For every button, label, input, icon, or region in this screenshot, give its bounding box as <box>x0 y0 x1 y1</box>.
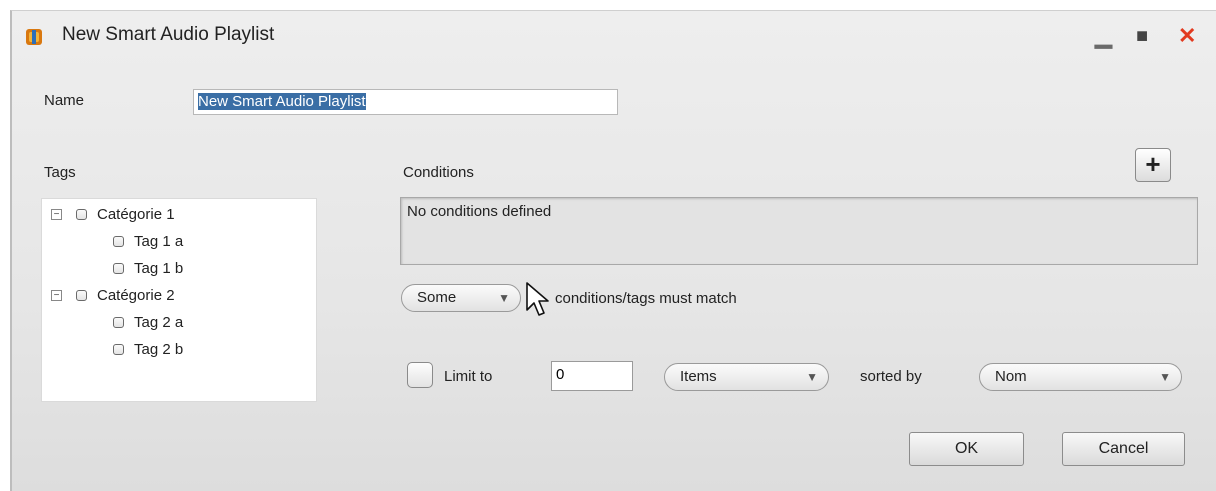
tag-checkbox[interactable] <box>113 343 124 355</box>
name-input[interactable]: New Smart Audio Playlist <box>193 89 618 115</box>
conditions-list: No conditions defined <box>400 197 1198 265</box>
limit-label: Limit to <box>444 368 493 385</box>
limit-value-input[interactable]: 0 <box>551 361 633 391</box>
category-checkbox[interactable] <box>76 208 87 220</box>
tag-checkbox[interactable] <box>113 316 124 328</box>
tree-item[interactable]: Tag 2 b <box>113 338 183 360</box>
name-label: Name <box>44 92 85 109</box>
tag-label: Tag 1 b <box>134 259 184 277</box>
smart-playlist-dialog: New Smart Audio Playlist ▁ ■ ✕ Name New … <box>10 10 1216 491</box>
sort-value: Nom <box>995 368 1027 385</box>
limit-unit-select[interactable]: Items ▼ <box>664 363 829 391</box>
category-checkbox[interactable] <box>76 289 87 301</box>
close-button[interactable]: ✕ <box>1178 25 1196 47</box>
add-condition-button[interactable]: + <box>1135 148 1171 182</box>
category-label: Catégorie 2 <box>97 286 175 304</box>
tag-label: Tag 2 a <box>134 313 184 331</box>
tag-checkbox[interactable] <box>113 235 124 247</box>
match-mode-select[interactable]: Some ▼ <box>401 284 521 312</box>
match-suffix-label: conditions/tags must match <box>555 290 737 307</box>
mouse-cursor-icon <box>526 282 549 316</box>
limit-checkbox[interactable] <box>407 362 433 388</box>
collapse-icon[interactable]: − <box>51 289 62 301</box>
minimize-button[interactable]: ▁ <box>1095 25 1112 47</box>
name-value: New Smart Audio Playlist <box>198 93 366 110</box>
sort-select[interactable]: Nom ▼ <box>979 363 1182 391</box>
sorted-by-label: sorted by <box>860 368 922 385</box>
tag-checkbox[interactable] <box>113 262 124 274</box>
dropdown-arrow-icon: ▼ <box>498 291 510 305</box>
tag-label: Tag 1 a <box>134 232 184 250</box>
tree-item[interactable]: Tag 2 a <box>113 311 183 333</box>
dropdown-arrow-icon: ▼ <box>1159 370 1171 384</box>
tag-label: Tag 2 b <box>134 340 184 358</box>
conditions-label: Conditions <box>403 164 474 181</box>
match-mode-value: Some <box>417 289 457 306</box>
conditions-empty-text: No conditions defined <box>407 203 552 220</box>
tree-item[interactable]: Tag 1 a <box>113 230 183 252</box>
cancel-button[interactable]: Cancel <box>1062 432 1185 466</box>
app-icon <box>26 29 42 45</box>
ok-button[interactable]: OK <box>909 432 1024 466</box>
maximize-button[interactable]: ■ <box>1136 25 1148 47</box>
tags-tree: − Catégorie 1 Tag 1 a Tag 1 b − Catégori… <box>41 198 317 402</box>
tree-item[interactable]: Tag 1 b <box>113 257 183 279</box>
tree-category-2[interactable]: − Catégorie 2 <box>51 284 175 306</box>
limit-unit-value: Items <box>680 368 717 385</box>
category-label: Catégorie 1 <box>97 205 175 223</box>
collapse-icon[interactable]: − <box>51 208 62 220</box>
limit-value: 0 <box>556 366 565 383</box>
tree-category-1[interactable]: − Catégorie 1 <box>51 203 175 225</box>
dropdown-arrow-icon: ▼ <box>806 370 818 384</box>
tags-label: Tags <box>44 164 76 181</box>
window-title: New Smart Audio Playlist <box>62 24 275 45</box>
